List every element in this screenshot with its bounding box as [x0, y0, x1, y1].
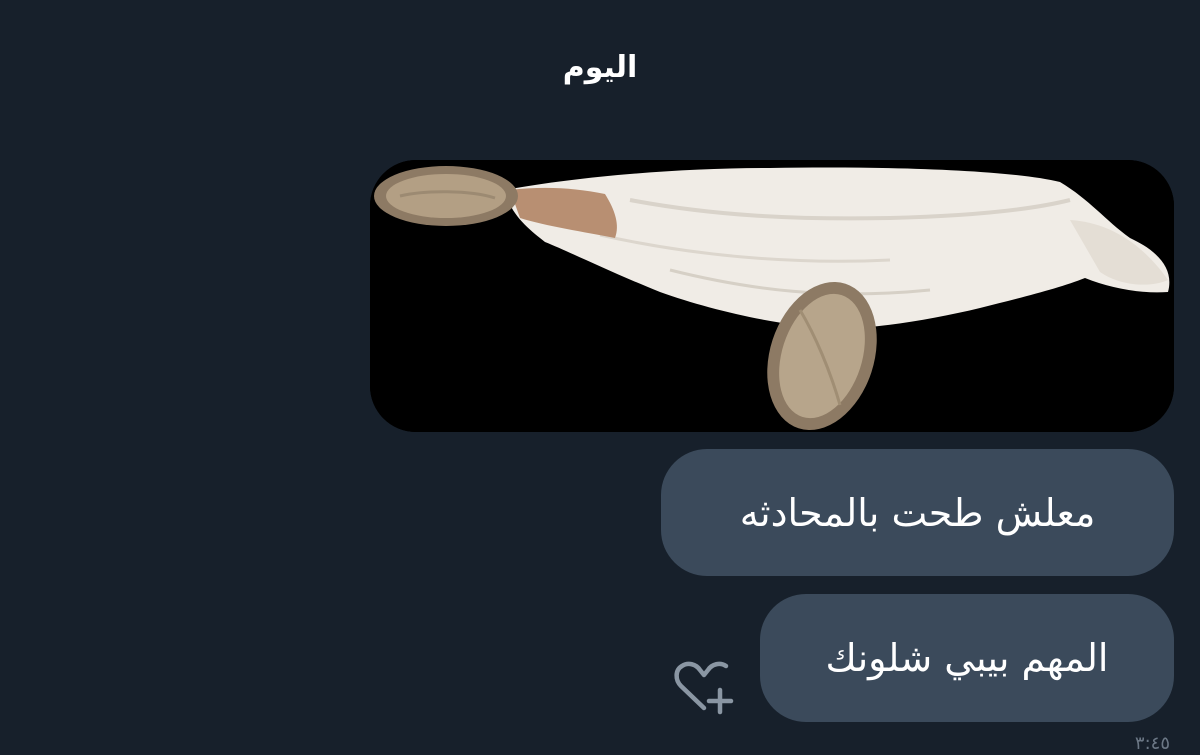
message-bubble[interactable]: معلش طحت بالمحادثه [661, 449, 1174, 576]
message-bubble[interactable]: المهم بيبي شلونك [760, 594, 1174, 722]
message-text: معلش طحت بالمحادثه [739, 490, 1096, 535]
heart-plus-icon [674, 661, 734, 715]
message-text: المهم بيبي شلونك [825, 636, 1109, 680]
day-divider: اليوم [562, 50, 638, 85]
message-timestamp: ٣:٤٥ [1134, 733, 1170, 754]
image-message[interactable] [370, 160, 1174, 432]
meme-photo-icon [370, 160, 1174, 432]
add-reaction-button[interactable] [672, 660, 738, 716]
